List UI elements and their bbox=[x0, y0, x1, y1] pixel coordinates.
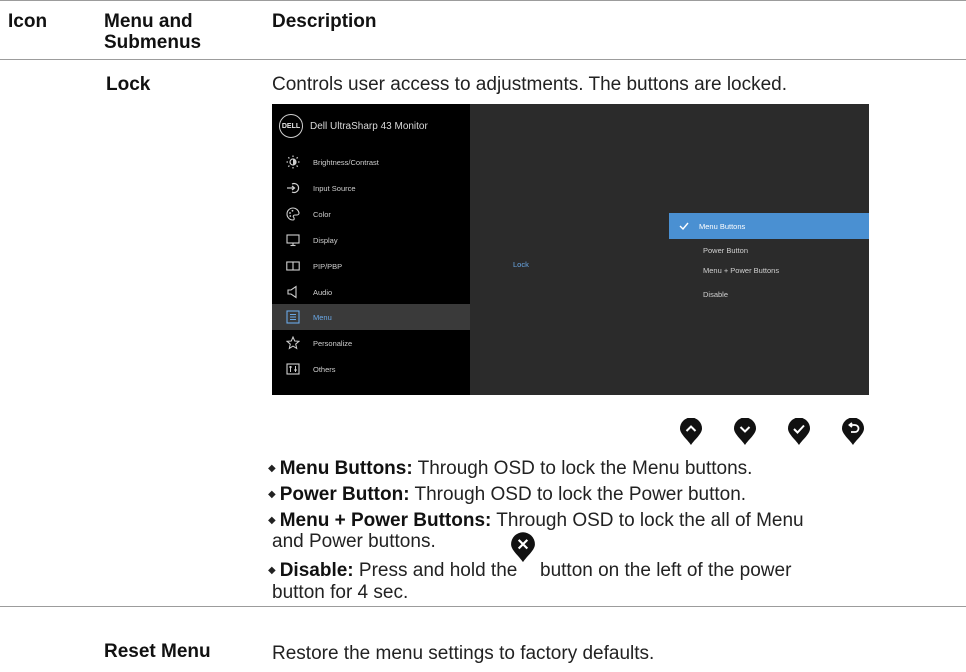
osd-item-pip-pbp[interactable]: PIP/PBP bbox=[272, 253, 470, 279]
menu-icon bbox=[286, 310, 300, 324]
osd-item-others[interactable]: Others bbox=[272, 356, 470, 382]
header-rule bbox=[0, 59, 966, 60]
down-button-icon bbox=[734, 418, 756, 445]
header-menu-submenus: Menu and Submenus bbox=[104, 11, 202, 53]
osd-item-label: Display bbox=[313, 235, 338, 245]
reset-menu-description: Restore the menu settings to factory def… bbox=[272, 643, 655, 664]
osd-item-label: Audio bbox=[313, 287, 333, 297]
osd-item-input-source[interactable]: Input Source bbox=[272, 175, 470, 201]
osd-item-label: Input Source bbox=[313, 183, 356, 193]
bullet-diamond: ◆ bbox=[268, 489, 276, 500]
reset-menu-label: Reset Menu bbox=[104, 641, 211, 662]
header-icon: Icon bbox=[8, 11, 48, 32]
osd-option-menu-power-buttons[interactable]: Menu + Power Buttons bbox=[669, 257, 869, 283]
input-source-icon bbox=[286, 181, 300, 195]
bullet-diamond: ◆ bbox=[268, 463, 276, 474]
osd-option-menu-buttons[interactable]: Menu Buttons bbox=[669, 213, 869, 239]
bullet-menu-power-buttons-cont: and Power buttons. bbox=[272, 531, 436, 552]
up-button-icon bbox=[680, 418, 702, 445]
osd-item-label: Color bbox=[313, 209, 331, 219]
bullet-disable-cont: button on the left of the power bbox=[540, 560, 792, 581]
osd-brand: DELL Dell UltraSharp 43 Monitor bbox=[279, 114, 428, 138]
speaker-icon bbox=[286, 285, 300, 299]
others-icon bbox=[286, 362, 300, 376]
star-icon bbox=[286, 336, 300, 350]
back-button-icon bbox=[842, 418, 864, 445]
osd-item-color[interactable]: Color bbox=[272, 201, 470, 227]
osd-item-label: Others bbox=[313, 364, 336, 374]
osd-item-label: Menu bbox=[313, 312, 332, 322]
bullet-menu-buttons: ◆ Menu Buttons: Through OSD to lock the M… bbox=[268, 458, 753, 479]
bullet-power-button: ◆ Power Button: Through OSD to lock the P… bbox=[268, 484, 747, 505]
osd-sidebar: DELL Dell UltraSharp 43 Monitor Brightne… bbox=[272, 104, 470, 395]
bullet-diamond: ◆ bbox=[268, 515, 276, 526]
bullet-diamond: ◆ bbox=[268, 565, 276, 576]
brightness-icon bbox=[286, 155, 300, 169]
row-rule bbox=[0, 606, 966, 607]
close-button-icon bbox=[511, 532, 535, 563]
osd-screen: DELL Dell UltraSharp 43 Monitor Brightne… bbox=[272, 104, 869, 395]
dell-logo: DELL bbox=[279, 114, 303, 138]
osd-submenu-lock[interactable]: Lock bbox=[513, 260, 529, 269]
color-palette-icon bbox=[286, 207, 300, 221]
top-rule bbox=[0, 0, 966, 1]
osd-item-brightness-contrast[interactable]: Brightness/Contrast bbox=[272, 149, 470, 175]
header-description: Description bbox=[272, 11, 377, 32]
osd-item-label: Personalize bbox=[313, 338, 353, 348]
lock-label: Lock bbox=[106, 74, 151, 95]
check-button-icon bbox=[788, 418, 810, 445]
osd-item-menu[interactable]: Menu bbox=[272, 304, 470, 330]
bullet-disable: ◆ Disable: Press and hold the bbox=[268, 560, 518, 581]
osd-title: Dell UltraSharp 43 Monitor bbox=[310, 120, 428, 132]
lock-description: Controls user access to adjustments. The… bbox=[272, 74, 788, 95]
bullet-disable-cont2: button for 4 sec. bbox=[272, 582, 409, 603]
osd-item-label: Brightness/Contrast bbox=[313, 157, 379, 167]
osd-item-audio[interactable]: Audio bbox=[272, 279, 470, 305]
osd-item-personalize[interactable]: Personalize bbox=[272, 330, 470, 356]
bullet-menu-power-buttons: ◆ Menu + Power Buttons: Through OSD to lo… bbox=[268, 510, 804, 531]
checkmark-icon bbox=[669, 222, 699, 230]
pip-pbp-icon bbox=[286, 259, 300, 273]
osd-item-label: PIP/PBP bbox=[313, 261, 343, 271]
osd-option-disable[interactable]: Disable bbox=[669, 281, 869, 307]
osd-item-display[interactable]: Display bbox=[272, 227, 470, 253]
display-icon bbox=[286, 233, 300, 247]
